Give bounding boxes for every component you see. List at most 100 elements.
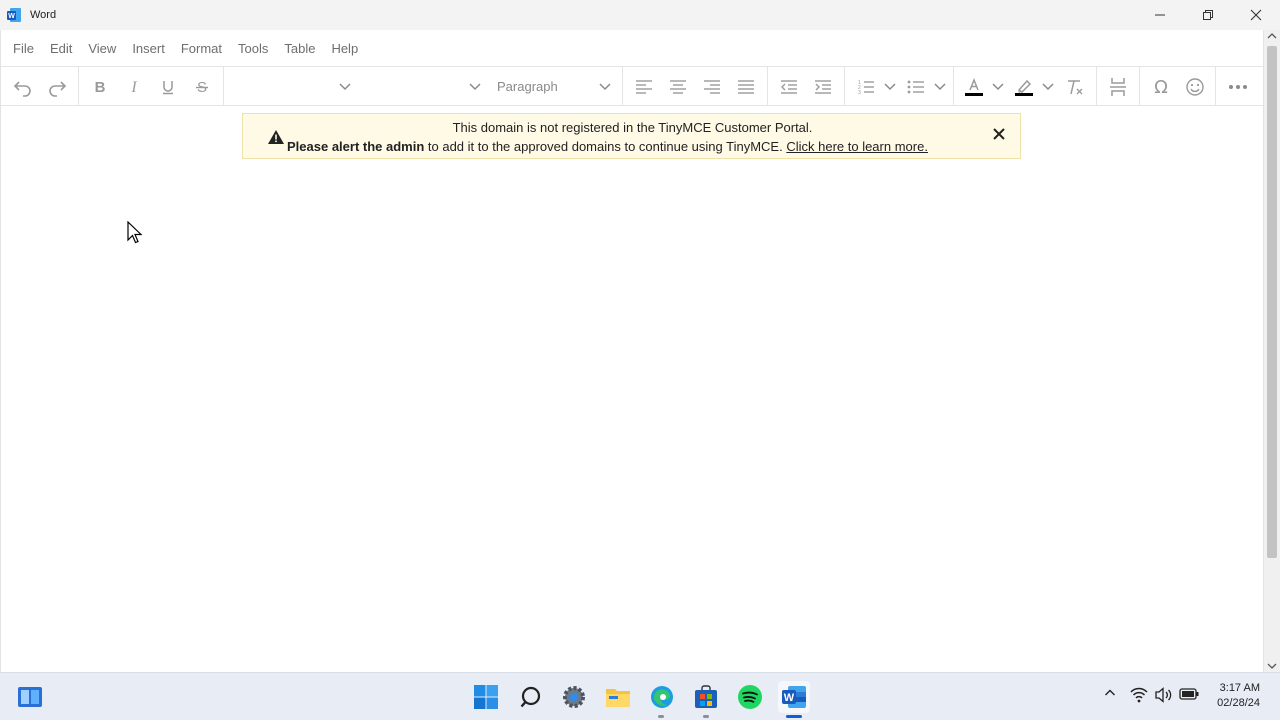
chevron-down-icon — [1042, 82, 1054, 90]
scroll-up-icon[interactable] — [1267, 32, 1277, 40]
scroll-down-icon[interactable] — [1267, 662, 1277, 670]
battery-icon[interactable] — [1179, 687, 1199, 701]
close-window-button[interactable] — [1232, 0, 1280, 30]
underline-icon — [163, 80, 173, 94]
highlighter-icon — [1015, 79, 1033, 96]
text-color-button[interactable] — [961, 67, 987, 106]
system-clock[interactable]: 3:17 AM 02/28/24 — [1217, 681, 1260, 711]
editor-content-area[interactable]: This domain is not registered in the Tin… — [1, 107, 1263, 672]
smiley-icon — [1186, 77, 1204, 96]
volume-icon[interactable] — [1155, 687, 1173, 703]
numbered-list-dropdown[interactable] — [881, 67, 899, 106]
chevron-down-icon — [339, 82, 351, 90]
clear-formatting-icon — [1068, 79, 1083, 94]
restore-icon — [1203, 10, 1213, 20]
bold-button[interactable]: B — [87, 67, 113, 106]
indent-icon — [815, 79, 831, 94]
menu-format[interactable]: Format — [173, 35, 230, 62]
notice-line-1: This domain is not registered in the Tin… — [452, 120, 813, 135]
clock-date: 02/28/24 — [1217, 697, 1260, 709]
menu-tools[interactable]: Tools — [230, 35, 276, 62]
chevron-down-icon — [884, 82, 896, 90]
align-right-button[interactable] — [699, 67, 725, 106]
emoji-button[interactable] — [1181, 67, 1209, 106]
spotify-button[interactable] — [734, 681, 766, 713]
italic-button[interactable]: I — [121, 67, 147, 106]
minimize-button[interactable] — [1136, 0, 1184, 30]
chevron-down-icon — [469, 82, 481, 90]
svg-text:B: B — [95, 79, 106, 95]
notice-close-button[interactable] — [991, 126, 1007, 142]
minimize-icon — [1155, 14, 1165, 16]
edge-browser-button[interactable] — [646, 681, 678, 713]
bullet-list-button[interactable] — [903, 67, 929, 106]
notice-body-text: to add it to the approved domains to con… — [424, 139, 787, 154]
search-button[interactable] — [515, 681, 547, 713]
widgets-icon — [18, 687, 42, 707]
more-button[interactable] — [1223, 67, 1253, 106]
wifi-icon[interactable] — [1130, 687, 1148, 703]
font-size-select[interactable] — [363, 67, 489, 106]
settings-app-button[interactable] — [558, 681, 590, 713]
align-justify-button[interactable] — [733, 67, 759, 106]
toolbar: B I S Paragraph 1 2 3 Ω — [1, 67, 1263, 106]
text-color-dropdown[interactable] — [989, 67, 1007, 106]
block-format-value: Paragraph — [497, 79, 558, 94]
folder-icon — [606, 689, 630, 707]
widgets-button[interactable] — [14, 681, 46, 713]
search-icon — [520, 686, 541, 708]
notice-bold-text: Please alert the admin — [287, 139, 425, 154]
vertical-scrollbar[interactable] — [1264, 30, 1280, 672]
restore-button[interactable] — [1184, 0, 1232, 30]
svg-text:I: I — [130, 79, 137, 95]
taskbar: W 3:17 AM 02/28/24 — [0, 672, 1280, 720]
text-color-swatch — [965, 92, 983, 96]
bullet-list-dropdown[interactable] — [931, 67, 949, 106]
learn-more-link[interactable]: Click here to learn more. — [786, 139, 928, 154]
align-left-icon — [636, 79, 652, 94]
menu-file[interactable]: File — [5, 35, 42, 62]
start-button[interactable] — [470, 681, 502, 713]
numbered-list-icon: 123 — [858, 80, 874, 95]
menu-table[interactable]: Table — [276, 35, 323, 62]
redo-button[interactable] — [43, 67, 71, 106]
svg-text:W: W — [8, 13, 15, 20]
indent-button[interactable] — [810, 67, 836, 106]
menu-view[interactable]: View — [80, 35, 124, 62]
clock-time: 3:17 AM — [1219, 682, 1260, 694]
chevron-up-icon[interactable] — [1104, 687, 1116, 699]
align-center-icon — [670, 79, 686, 94]
outdent-button[interactable] — [776, 67, 802, 106]
special-character-button[interactable]: Ω — [1147, 67, 1175, 106]
menu-help[interactable]: Help — [323, 35, 366, 62]
clear-formatting-button[interactable] — [1061, 67, 1089, 106]
font-family-select[interactable] — [229, 67, 359, 106]
toolbar-separator — [223, 67, 224, 106]
block-format-select[interactable]: Paragraph — [491, 67, 617, 106]
scrollbar-thumb[interactable] — [1267, 46, 1277, 558]
strikethrough-icon: S — [196, 79, 208, 95]
store-button[interactable] — [690, 681, 722, 713]
mouse-cursor-icon — [127, 221, 143, 244]
file-explorer-button[interactable] — [602, 681, 634, 713]
undo-button[interactable] — [9, 67, 37, 106]
numbered-list-button[interactable]: 123 — [853, 67, 879, 106]
menu-bar: File Edit View Insert Format Tools Table… — [1, 30, 1263, 67]
underline-button[interactable] — [155, 67, 181, 106]
page-break-icon — [1110, 77, 1126, 96]
svg-text:Ω: Ω — [1154, 77, 1168, 97]
highlight-color-button[interactable] — [1011, 67, 1037, 106]
menu-insert[interactable]: Insert — [124, 35, 173, 62]
close-icon — [1250, 9, 1262, 21]
word-taskbar-button[interactable]: W — [778, 681, 810, 713]
highlight-color-dropdown[interactable] — [1039, 67, 1057, 106]
page-break-button[interactable] — [1104, 67, 1132, 106]
align-right-icon — [704, 79, 720, 94]
strikethrough-button[interactable]: S — [189, 67, 215, 106]
align-left-button[interactable] — [631, 67, 657, 106]
align-center-button[interactable] — [665, 67, 691, 106]
menu-edit[interactable]: Edit — [42, 35, 80, 62]
bullet-list-icon — [907, 80, 924, 93]
italic-icon: I — [130, 79, 137, 95]
active-app-indicator — [786, 715, 802, 718]
